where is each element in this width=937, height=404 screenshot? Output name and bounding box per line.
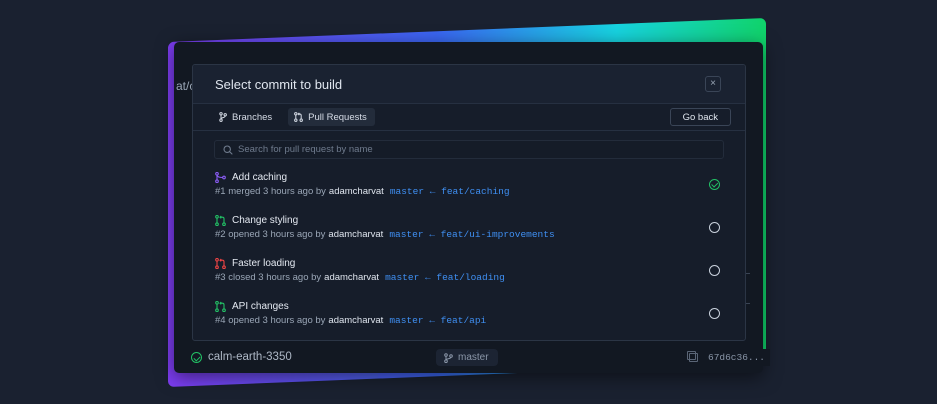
pull-request-item[interactable]: Change styling #2 opened 3 hours ago by … <box>193 207 745 250</box>
pull-request-author: adamcharvat <box>324 272 380 283</box>
select-radio[interactable] <box>709 222 720 233</box>
pull-request-item[interactable]: API changes #4 opened 3 hours ago by ada… <box>193 293 745 336</box>
search-input[interactable] <box>238 144 718 155</box>
close-button[interactable]: × <box>705 76 721 92</box>
branch-icon <box>444 352 453 363</box>
success-check-icon <box>191 352 202 363</box>
pull-request-branches: master ← feat/caching <box>389 186 510 197</box>
copy-icon[interactable] <box>687 351 698 362</box>
tab-label: Pull Requests <box>308 111 367 123</box>
pull-request-open-icon <box>215 215 226 226</box>
select-radio[interactable] <box>709 265 720 276</box>
pull-request-meta: #1 merged 3 hours ago by <box>215 186 326 197</box>
pull-request-list: Add caching #1 merged 3 hours ago by ada… <box>193 164 745 336</box>
tab-label: Branches <box>232 111 273 123</box>
commit-sha: 67d6c36... <box>703 349 771 366</box>
pull-request-title: API changes <box>232 301 289 312</box>
pull-request-closed-icon <box>215 258 226 269</box>
pull-request-meta: #2 opened 3 hours ago by <box>215 229 326 240</box>
tab-branches[interactable]: Branches <box>213 108 280 126</box>
pull-request-author: adamcharvat <box>328 315 384 326</box>
search-field <box>214 140 724 159</box>
modal-title: Select commit to build <box>215 76 343 92</box>
select-commit-modal: Select commit to build × Branches Pull R… <box>192 64 746 341</box>
pull-request-title: Faster loading <box>232 258 296 269</box>
pull-request-item[interactable]: Add caching #1 merged 3 hours ago by ada… <box>193 164 745 207</box>
pull-request-title: Change styling <box>232 215 299 226</box>
tab-bar: Branches Pull Requests Go back <box>193 104 745 131</box>
pull-request-icon <box>294 112 304 122</box>
branch-label: master <box>458 352 489 363</box>
search-icon <box>223 144 233 155</box>
pull-request-branches: master ← feat/ui-improvements <box>389 229 555 240</box>
merged-icon <box>215 172 226 183</box>
branch-badge: master <box>436 349 498 366</box>
pull-request-meta: #4 opened 3 hours ago by <box>215 315 326 326</box>
pull-request-item[interactable]: Faster loading #3 closed 3 hours ago by … <box>193 250 745 293</box>
pull-request-meta: #3 closed 3 hours ago by <box>215 272 322 283</box>
close-icon: × <box>710 78 716 89</box>
select-radio[interactable] <box>709 308 720 319</box>
modal-header: Select commit to build × <box>193 65 745 104</box>
pull-request-author: adamcharvat <box>328 186 384 197</box>
tab-pull-requests[interactable]: Pull Requests <box>288 108 375 126</box>
branch-icon <box>219 112 227 122</box>
pull-request-open-icon <box>215 301 226 312</box>
pull-request-branches: master ← feat/api <box>389 315 487 326</box>
pull-request-branches: master ← feat/loading <box>385 272 505 283</box>
selected-check-icon[interactable] <box>709 179 720 190</box>
pull-request-author: adamcharvat <box>328 229 384 240</box>
go-back-button[interactable]: Go back <box>669 108 731 126</box>
pull-request-title: Add caching <box>232 172 288 183</box>
project-name[interactable]: calm-earth-3350 <box>208 351 292 363</box>
